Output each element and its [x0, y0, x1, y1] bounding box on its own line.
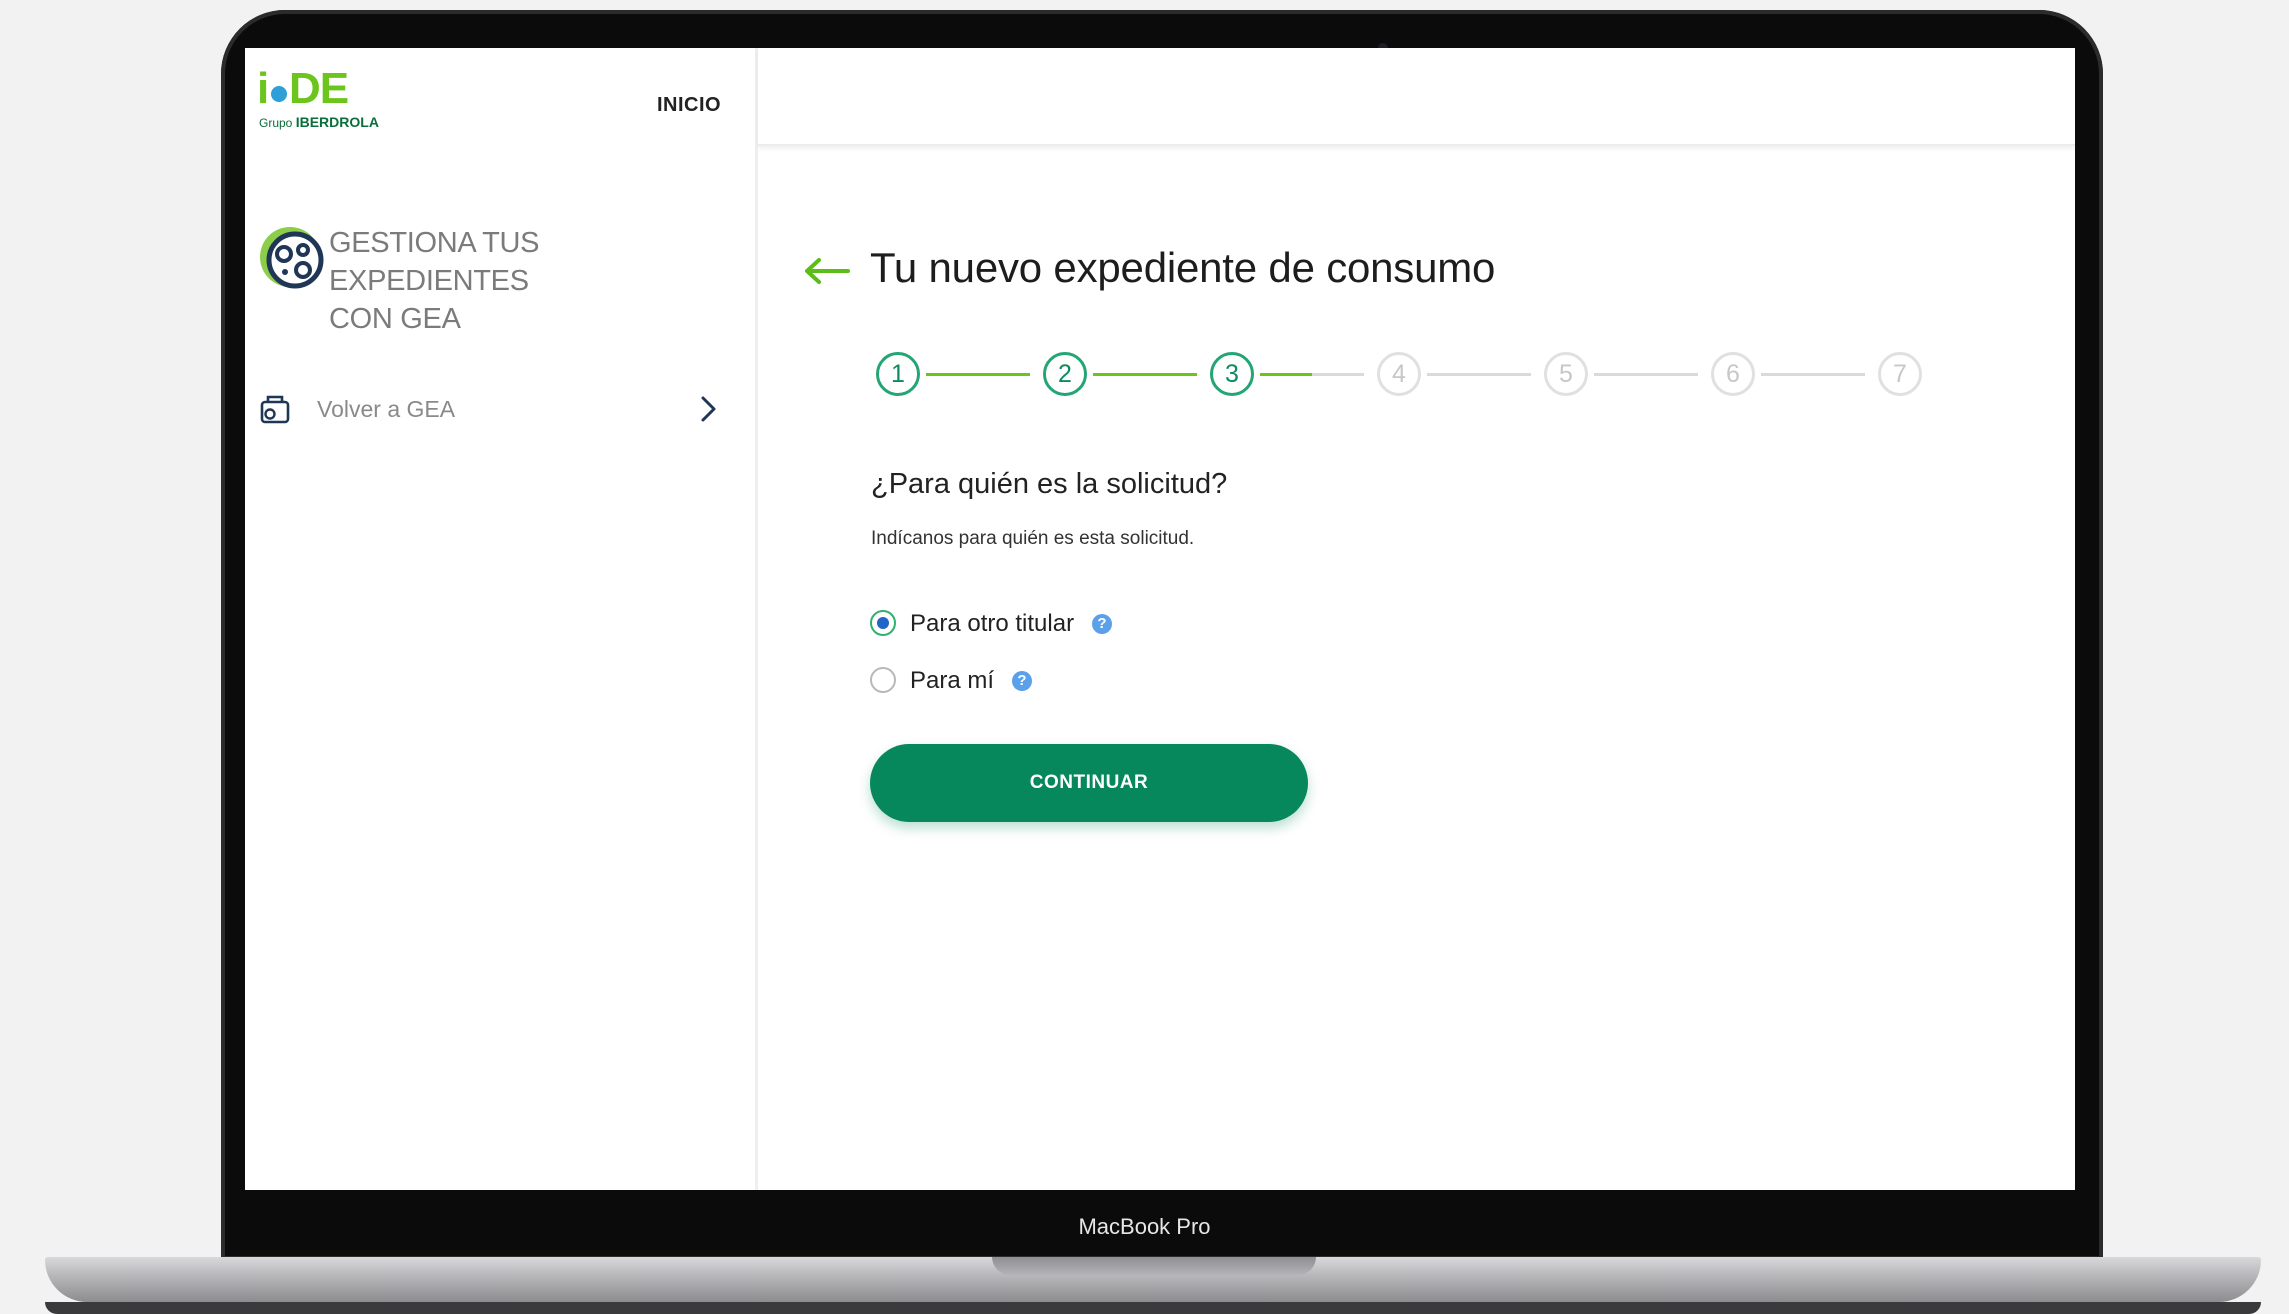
- radio-para-otro-titular[interactable]: [870, 610, 896, 636]
- step-7: 7: [1878, 352, 1922, 396]
- gea-logo-icon: [260, 227, 324, 289]
- option-label: Para mí: [910, 667, 995, 694]
- question-heading: ¿Para quién es la solicitud?: [871, 468, 1228, 500]
- gea-section-title: GESTIONA TUS EXPEDIENTES CON GEA: [329, 224, 739, 338]
- gea-title-line1: GESTIONA TUS EXPEDIENTES: [329, 227, 540, 297]
- step-connector: [1761, 373, 1865, 376]
- gea-section: GESTIONA TUS EXPEDIENTES CON GEA: [259, 224, 739, 335]
- continue-button[interactable]: CONTINUAR: [870, 744, 1308, 822]
- step-3: 3: [1210, 352, 1254, 396]
- step-1: 1: [876, 352, 920, 396]
- arrow-left-icon[interactable]: [802, 256, 850, 286]
- page-title: Tu nuevo expediente de consumo: [870, 244, 1496, 291]
- logo-group-name: IBERDROLA: [295, 114, 379, 130]
- step-connector: [1427, 373, 1531, 376]
- back-to-gea-label: Volver a GEA: [317, 396, 456, 422]
- question-hint: Indícanos para quién es esta solicitud.: [871, 528, 1195, 549]
- option-para-otro-titular[interactable]: Para otro titular ?: [870, 606, 1130, 640]
- gea-title-line2: CON GEA: [329, 303, 461, 335]
- radio-para-mi[interactable]: [870, 667, 896, 693]
- step-connector: [1594, 373, 1698, 376]
- step-6: 6: [1711, 352, 1755, 396]
- progress-stepper: 1 2 3 4 5 6 7: [876, 352, 1926, 408]
- screen: i DE Grupo IBERDROLA INICIO GESTIONA TUS…: [245, 48, 2075, 1190]
- logo-group-prefix: Grupo: [259, 116, 293, 130]
- chevron-right-icon: [701, 396, 716, 422]
- logo-group: Grupo IBERDROLA: [259, 114, 379, 130]
- logo-dot-icon: [271, 86, 287, 102]
- logo-mark: i: [257, 64, 270, 113]
- question-mark-icon[interactable]: ?: [1092, 614, 1112, 634]
- ide-logo[interactable]: i DE Grupo IBERDROLA: [257, 64, 379, 130]
- document-cart-icon: [260, 395, 290, 424]
- laptop-base-notch: [992, 1257, 1316, 1275]
- step-connector: [926, 373, 1030, 376]
- back-to-gea-link[interactable]: Volver a GEA: [259, 388, 729, 432]
- question-mark-icon[interactable]: ?: [1012, 671, 1032, 691]
- step-2: 2: [1043, 352, 1087, 396]
- step-connector: [1093, 373, 1197, 376]
- step-4: 4: [1377, 352, 1421, 396]
- option-para-mi[interactable]: Para mí ?: [870, 663, 1050, 697]
- laptop-base-shadow: [45, 1302, 2261, 1314]
- sidebar: i DE Grupo IBERDROLA INICIO GESTIONA TUS…: [245, 48, 758, 1190]
- main-content: Tu nuevo expediente de consumo 1 2 3 4 5…: [758, 146, 2075, 1190]
- step-5: 5: [1544, 352, 1588, 396]
- top-bar: [758, 48, 2075, 146]
- device-label: MacBook Pro: [1078, 1214, 1211, 1239]
- nav-inicio-link[interactable]: INICIO: [657, 94, 721, 117]
- logo-name: DE: [289, 64, 349, 113]
- option-label: Para otro titular: [910, 610, 1075, 637]
- step-connector: [1260, 373, 1364, 376]
